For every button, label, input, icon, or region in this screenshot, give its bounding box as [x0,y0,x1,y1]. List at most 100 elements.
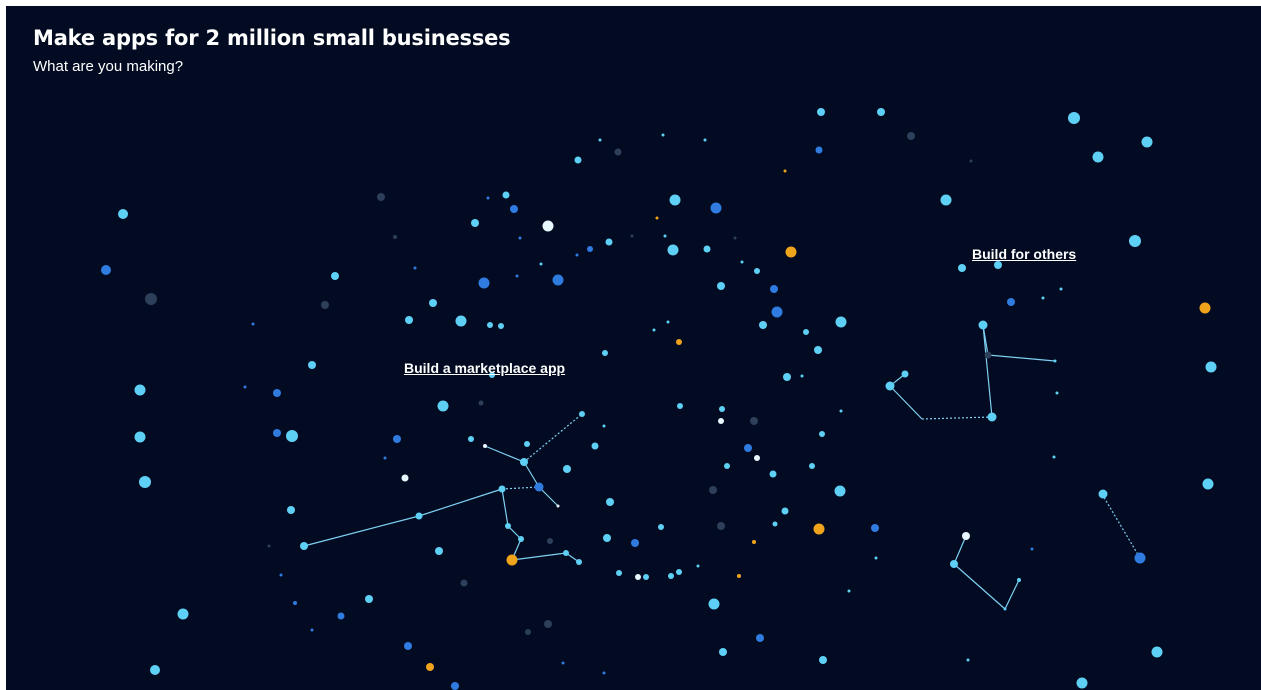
star [498,485,506,493]
constellation-line [1004,579,1020,610]
star [468,436,474,442]
star [365,595,373,603]
star [710,202,722,214]
star [759,321,767,329]
star [287,506,295,514]
star [1055,391,1059,395]
star [383,456,387,460]
star [877,108,885,116]
star [429,299,437,307]
constellation-line [1101,493,1141,559]
header: Make apps for 2 million small businesses… [33,26,511,75]
star [524,441,530,447]
star [404,642,412,650]
star [814,346,822,354]
star [614,148,622,156]
star [676,339,682,345]
build-for-others-link[interactable]: Build for others [972,246,1076,262]
star [525,629,531,635]
star [940,194,952,206]
star [907,132,915,140]
star [817,108,825,116]
build-marketplace-app-link[interactable]: Build a marketplace app [404,360,565,376]
star [630,234,634,238]
star [771,306,783,318]
star [1134,552,1146,564]
star [994,261,1002,269]
star [966,658,970,662]
star [835,316,847,328]
star [547,538,553,544]
star [310,628,314,632]
star [393,435,401,443]
star [871,524,879,532]
star [668,573,674,579]
star [709,486,717,494]
star [587,246,593,252]
star [502,191,510,199]
star [602,350,608,356]
star [393,235,397,239]
star [724,463,730,469]
star [785,246,797,258]
star [591,442,599,450]
star [455,315,467,327]
star [803,329,809,335]
star [819,431,825,437]
star [1003,607,1007,611]
star [652,328,656,332]
star [666,320,670,324]
star [576,559,582,565]
star [901,370,909,378]
star [1017,578,1021,582]
star [834,485,846,497]
star [377,193,385,201]
star [145,293,157,305]
star [134,384,146,396]
star [769,470,777,478]
star [243,385,247,389]
star [819,656,827,664]
star [962,532,970,540]
star [451,682,459,690]
star [1030,547,1034,551]
star [839,409,843,413]
star [667,244,679,256]
star [575,253,579,257]
star [331,272,339,280]
star [134,431,146,443]
star [676,569,682,575]
star [405,316,413,324]
constellation-line [953,535,967,565]
star [177,608,189,620]
star [251,322,255,326]
star [635,574,641,580]
star [118,209,128,219]
star [1199,302,1211,314]
star [781,507,789,515]
star [518,236,522,240]
star [978,320,988,330]
star [337,612,345,620]
star [969,159,973,163]
star [703,245,711,253]
star [663,234,667,238]
star [579,411,585,417]
star [293,601,297,605]
star [150,665,160,675]
star [737,574,741,578]
star [703,138,707,142]
star [415,512,423,520]
star [783,169,787,173]
star [984,351,992,359]
star [483,444,487,448]
star [708,598,720,610]
star [783,373,791,381]
star [847,589,851,593]
star [478,400,484,406]
star [740,260,744,264]
star [772,521,778,527]
star [1007,298,1015,306]
star [733,236,737,240]
star [717,282,725,290]
